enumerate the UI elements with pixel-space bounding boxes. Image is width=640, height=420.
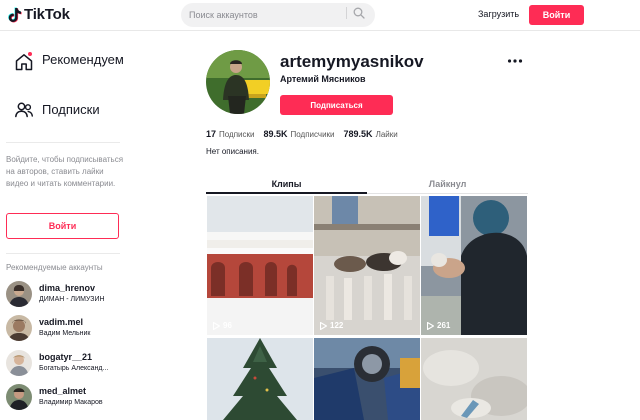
account-display-name: ДИМАН - ЛИМУЗИН bbox=[39, 296, 105, 303]
stat-label: Подписчики bbox=[290, 130, 335, 139]
view-count-value: 96 bbox=[223, 321, 232, 330]
suggested-account[interactable]: med_almet Владимир Макаров bbox=[6, 384, 126, 412]
view-count: 261 bbox=[427, 321, 450, 330]
avatar bbox=[6, 281, 32, 307]
video-thumbnail-image bbox=[314, 196, 420, 335]
suggested-account[interactable]: bogatyr__21 Богатырь Александ... bbox=[6, 350, 126, 378]
tiktok-note-icon bbox=[8, 7, 22, 22]
search-input[interactable] bbox=[189, 3, 339, 27]
sidebar-divider bbox=[6, 142, 120, 143]
suggested-account[interactable]: dima_hrenov ДИМАН - ЛИМУЗИН bbox=[6, 281, 126, 309]
search-icon[interactable] bbox=[353, 7, 365, 19]
upload-link[interactable]: Загрузить bbox=[478, 9, 519, 19]
sidebar-item-label: Подписки bbox=[42, 102, 100, 117]
top-bar: TikTok Загрузить Войти bbox=[0, 0, 640, 31]
avatar bbox=[6, 384, 32, 410]
video-thumbnail-image bbox=[314, 338, 420, 420]
login-button[interactable]: Войти bbox=[529, 5, 584, 25]
more-options-icon[interactable] bbox=[506, 56, 524, 66]
avatar bbox=[6, 350, 32, 376]
stat-value: 789.5K bbox=[343, 129, 373, 139]
account-display-name: Богатырь Александ... bbox=[39, 365, 109, 372]
view-count: 96 bbox=[213, 321, 232, 330]
login-hint: Войдите, чтобы подписываться на авторов,… bbox=[6, 155, 124, 188]
play-icon bbox=[213, 321, 220, 330]
notification-dot bbox=[28, 52, 32, 56]
play-icon bbox=[427, 321, 434, 330]
view-count-value: 261 bbox=[437, 321, 451, 330]
video-thumbnail[interactable] bbox=[314, 338, 420, 420]
search-divider bbox=[346, 7, 347, 19]
play-icon bbox=[320, 321, 327, 330]
profile-bio: Нет описания. bbox=[206, 147, 259, 156]
profile-avatar bbox=[206, 50, 270, 114]
sidebar-item-following[interactable]: Подписки bbox=[14, 100, 100, 120]
video-thumbnail-image bbox=[421, 196, 527, 335]
video-thumbnail[interactable] bbox=[207, 338, 313, 420]
tab-videos[interactable]: Клипы bbox=[206, 179, 367, 189]
tiktok-logo[interactable]: TikTok bbox=[8, 6, 70, 23]
profile-full-name: Артемий Мясников bbox=[280, 74, 366, 84]
profile-stats: 17 Подписки 89.5K Подписчики 789.5K Лайки bbox=[206, 129, 398, 139]
users-icon bbox=[15, 102, 33, 118]
profile-username: artemymyasnikov bbox=[280, 52, 424, 71]
stat-followers[interactable]: 89.5K Подписчики bbox=[263, 129, 334, 139]
active-tab-indicator bbox=[206, 192, 367, 194]
stat-likes: 789.5K Лайки bbox=[344, 129, 398, 139]
video-thumbnail-image bbox=[207, 196, 313, 335]
account-display-name: Вадим Мельник bbox=[39, 330, 91, 337]
video-thumbnail-image bbox=[421, 338, 527, 420]
logo-text: TikTok bbox=[24, 6, 70, 23]
sidebar-login-button[interactable]: Войти bbox=[6, 213, 119, 239]
stat-value: 89.5K bbox=[263, 129, 288, 139]
tab-liked[interactable]: Лайкнул bbox=[367, 179, 528, 189]
avatar bbox=[6, 315, 32, 341]
suggested-accounts-title: Рекомендуемые аккаунты bbox=[6, 263, 103, 272]
stat-label: Лайки bbox=[375, 130, 398, 139]
account-username: vadim.mel bbox=[39, 317, 84, 327]
stat-following[interactable]: 17 Подписки bbox=[206, 129, 254, 139]
video-thumbnail[interactable]: 261 bbox=[421, 196, 527, 335]
account-username: bogatyr__21 bbox=[39, 352, 93, 362]
video-thumbnail[interactable]: 96 bbox=[207, 196, 313, 335]
stat-value: 17 bbox=[206, 129, 217, 139]
view-count-value: 122 bbox=[330, 321, 344, 330]
account-username: dima_hrenov bbox=[39, 283, 96, 293]
video-thumbnail[interactable]: 122 bbox=[314, 196, 420, 335]
suggested-account[interactable]: vadim.mel Вадим Мельник bbox=[6, 315, 126, 343]
sidebar-divider bbox=[6, 253, 120, 254]
video-thumbnail[interactable] bbox=[421, 338, 527, 420]
view-count: 122 bbox=[320, 321, 343, 330]
video-thumbnail-image bbox=[207, 338, 313, 420]
sidebar-item-label: Рекомендуем bbox=[42, 52, 124, 67]
account-username: med_almet bbox=[39, 386, 87, 396]
follow-button[interactable]: Подписаться bbox=[280, 95, 393, 115]
account-display-name: Владимир Макаров bbox=[39, 399, 103, 406]
stat-label: Подписки bbox=[219, 130, 255, 139]
